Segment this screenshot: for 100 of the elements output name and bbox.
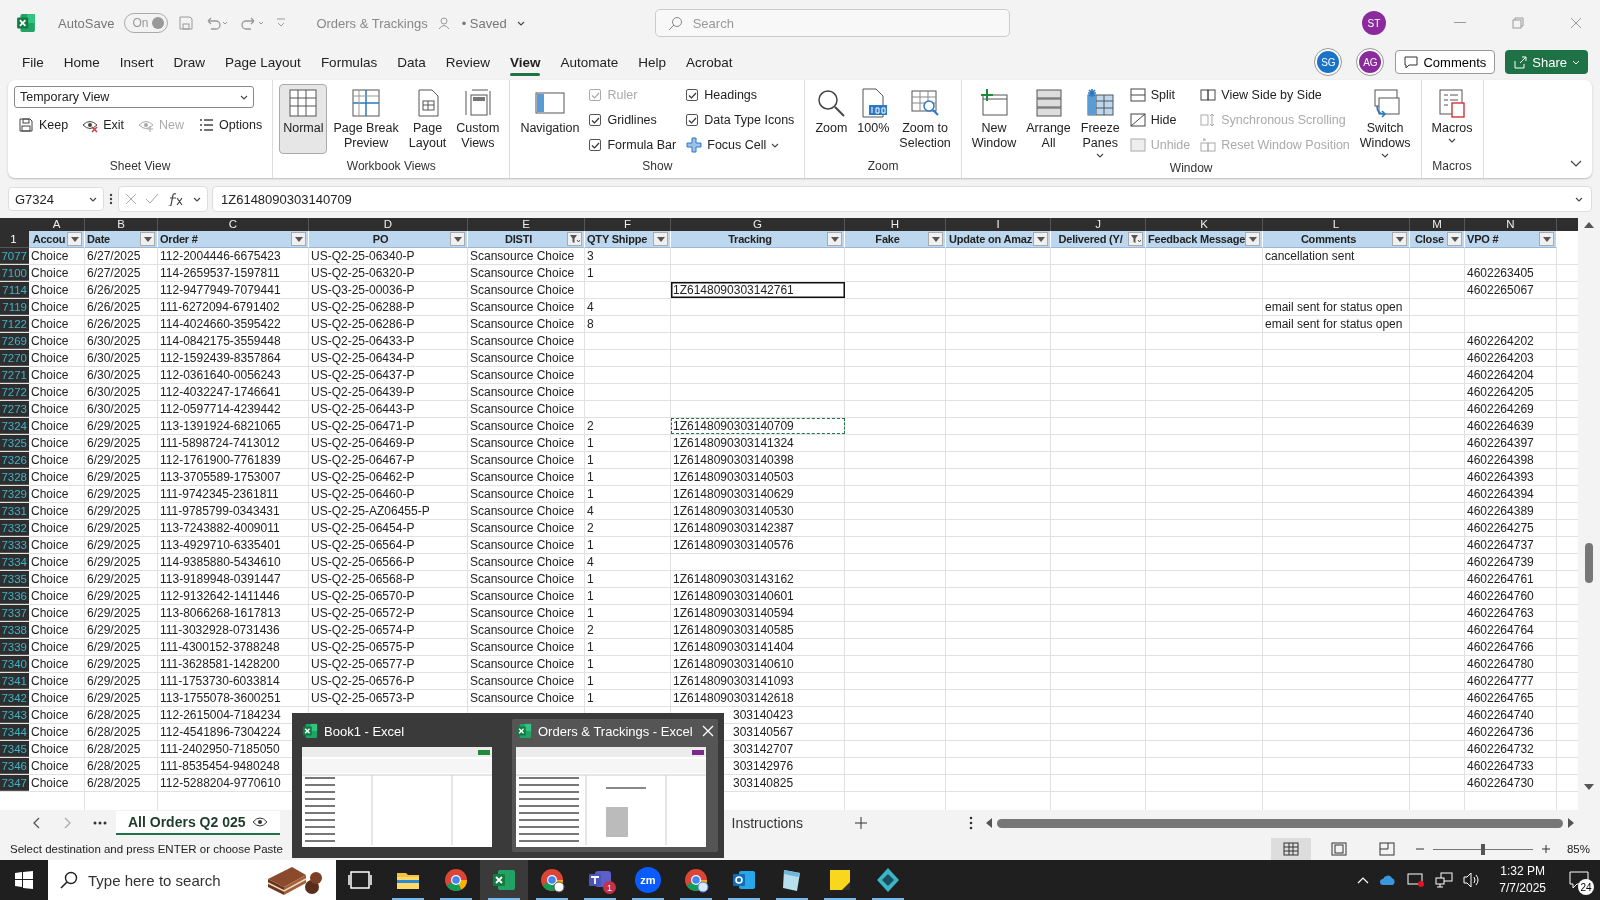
clock-date[interactable]: 7/7/2025 [1499,880,1546,897]
row-number[interactable]: 7329 [0,486,29,502]
ribbon-button[interactable]: Hide [1125,109,1195,131]
checkbox[interactable] [686,114,699,126]
sheet-tab[interactable]: Instructions [719,812,816,834]
row-number[interactable]: 7347 [0,775,29,791]
table-cell[interactable]: 1Z6148090303140585 [671,622,845,638]
menu-tab[interactable]: Draw [163,48,216,76]
window-preview[interactable]: Orders & Trackings - Excel [512,719,718,852]
row-number[interactable]: 7114 [0,282,29,298]
comments-button[interactable]: Comments [1395,50,1496,74]
menu-tab[interactable]: Automate [550,48,629,76]
ribbon-button[interactable]: View Side by Side [1196,84,1354,106]
collapse-ribbon-icon[interactable] [1570,160,1582,167]
row-number[interactable]: 7339 [0,639,29,655]
row-number[interactable]: 7345 [0,741,29,757]
table-cell[interactable]: 1Z6148090303141404 [671,639,845,655]
table-cell[interactable]: 1Z6148090303140398 [671,452,845,468]
table-cell[interactable]: 1Z6148090303140610 [671,656,845,672]
filter-button[interactable] [827,232,842,246]
ribbon-button[interactable]: Navigation [516,84,584,154]
table-cell[interactable]: 1Z6148090303143162 [671,571,845,587]
ribbon-button[interactable]: Focus Cell [682,134,799,156]
windows-logo-icon[interactable] [15,871,33,889]
table-cell[interactable]: 1Z6148090303142618 [671,690,845,706]
collaborator-avatar[interactable]: AG [1357,49,1384,75]
volume-icon[interactable] [1463,872,1482,888]
add-sheet-icon[interactable] [855,817,868,829]
row-number[interactable]: 7336 [0,588,29,604]
filter-button[interactable] [291,232,306,246]
monitor-alert-icon[interactable] [1407,872,1426,888]
row-number[interactable]: 7100 [0,265,29,281]
row-number[interactable]: 7342 [0,690,29,706]
row-number[interactable]: 1 [0,231,29,248]
filter-button[interactable] [1245,232,1261,246]
more-options-icon[interactable] [969,816,974,830]
view-dropdown[interactable]: Temporary View [14,86,254,108]
table-cell[interactable]: 1Z6148090303140594 [671,605,845,621]
row-number[interactable]: 7341 [0,673,29,689]
filter-button[interactable] [67,232,82,246]
row-number[interactable]: 7273 [0,401,29,417]
ribbon-button[interactable]: Split [1125,84,1195,106]
customize-icon[interactable] [276,17,287,29]
menu-tab[interactable]: Insert [109,48,164,76]
minimize-icon[interactable] [1454,22,1466,24]
cloud-icon[interactable] [1379,874,1398,886]
table-cell[interactable]: 1Z6148090303142761 [671,282,845,298]
name-box[interactable]: G7324 [8,187,104,211]
ribbon-button[interactable]: Normal [279,84,328,154]
zoom-slider-thumb[interactable] [1480,843,1485,855]
table-cell[interactable]: 1Z6148090303141324 [671,435,845,451]
clock-time[interactable]: 1:32 PM [1500,863,1545,880]
filter-button[interactable] [653,232,668,246]
menu-tab[interactable]: Acrobat [676,48,743,76]
ribbon-button[interactable]: Keep [14,114,73,136]
ribbon-button[interactable]: Arrange All [1022,84,1075,154]
table-cell[interactable]: 1Z6148090303140530 [671,503,845,519]
window-preview[interactable]: Book1 - Excel [298,719,504,852]
function-icon[interactable] [167,192,185,206]
formula-field[interactable]: 1Z6148090303140709 [212,186,1592,212]
row-number[interactable]: 7333 [0,537,29,553]
save-status[interactable]: • Saved [461,15,507,31]
taskbar-app[interactable]: zm [624,860,672,900]
table-cell[interactable]: 1Z6148090303140629 [671,486,845,502]
row-number[interactable]: 7271 [0,367,29,383]
row-number[interactable]: 7334 [0,554,29,570]
row-number[interactable]: 7331 [0,503,29,519]
previous-sheet-icon[interactable] [32,817,40,829]
taskbar-app[interactable]: 1 [576,860,624,900]
table-cell[interactable]: 1Z6148090303140503 [671,469,845,485]
checkbox[interactable] [686,89,699,101]
filter-button[interactable] [1033,232,1048,246]
menu-tab[interactable]: Review [435,48,500,76]
zoom-in-icon[interactable] [1540,844,1551,854]
scrollbar-thumb[interactable] [1585,543,1593,583]
row-number[interactable]: 7122 [0,316,29,332]
row-number[interactable]: 7272 [0,384,29,400]
menu-tab[interactable]: Formulas [310,48,388,76]
ribbon-button[interactable]: Exit [78,114,129,136]
filter-button[interactable] [1539,232,1554,246]
zoom-level[interactable]: 85% [1566,843,1590,855]
ribbon-button[interactable]: Macros [1427,84,1477,154]
menu-tab[interactable]: View [499,48,551,76]
ribbon-button[interactable]: Page Layout [404,84,451,154]
filter-button[interactable] [140,232,155,246]
collaborator-avatar[interactable]: SG [1315,49,1342,75]
row-number[interactable]: 7344 [0,724,29,740]
row-number[interactable]: 7335 [0,571,29,587]
scroll-left-icon[interactable] [985,818,993,828]
filter-button[interactable] [1128,232,1143,246]
network-icon[interactable] [1435,872,1454,888]
user-avatar[interactable]: ST [1362,11,1386,35]
table-cell[interactable]: 1Z6148090303140709 [671,418,845,434]
row-number[interactable]: 7325 [0,435,29,451]
chevron-up-icon[interactable] [1357,876,1370,884]
table-cell[interactable]: 1Z6148090303142387 [671,520,845,536]
menu-tab[interactable]: Home [53,48,110,76]
scroll-right-icon[interactable] [1567,818,1575,828]
menu-tab[interactable]: Page Layout [215,48,311,76]
checkbox[interactable] [589,114,602,126]
